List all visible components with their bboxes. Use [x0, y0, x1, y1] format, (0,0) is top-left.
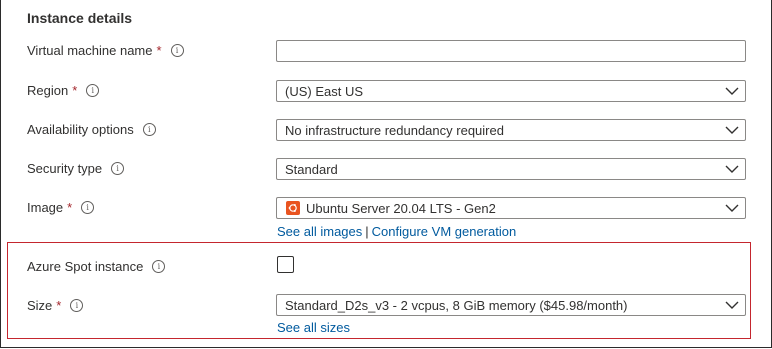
- info-icon[interactable]: i: [81, 201, 95, 214]
- size-value: Standard_D2s_v3 - 2 vcpus, 8 GiB memory …: [285, 297, 628, 313]
- spot-label-text: Azure Spot instance: [27, 259, 144, 274]
- image-label: Image * i: [27, 200, 95, 215]
- section-title: Instance details: [27, 10, 133, 26]
- info-icon[interactable]: i: [70, 299, 84, 312]
- link-separator: |: [365, 224, 369, 239]
- region-select[interactable]: (US) East US: [276, 80, 746, 102]
- security-value: Standard: [285, 161, 338, 177]
- vm-name-label: Virtual machine name * i: [27, 43, 184, 58]
- region-label: Region * i: [27, 83, 100, 98]
- spot-instance-checkbox[interactable]: [277, 256, 294, 273]
- required-mark: *: [156, 43, 162, 58]
- image-label-text: Image: [27, 200, 64, 215]
- security-label: Security type i: [27, 161, 125, 176]
- image-links: See all images | Configure VM generation: [277, 224, 516, 239]
- region-value: (US) East US: [285, 83, 364, 99]
- image-select[interactable]: Ubuntu Server 20.04 LTS - Gen2: [276, 197, 746, 219]
- size-label: Size * i: [27, 298, 84, 313]
- availability-label: Availability options i: [27, 122, 156, 137]
- image-value: Ubuntu Server 20.04 LTS - Gen2: [306, 200, 496, 216]
- size-select[interactable]: Standard_D2s_v3 - 2 vcpus, 8 GiB memory …: [276, 294, 746, 316]
- info-icon[interactable]: i: [152, 260, 166, 273]
- availability-select[interactable]: No infrastructure redundancy required: [276, 119, 746, 141]
- chevron-down-icon: [719, 120, 745, 140]
- size-links: See all sizes: [277, 320, 350, 335]
- size-label-text: Size: [27, 298, 53, 313]
- ubuntu-logo-icon: [286, 201, 300, 215]
- security-select[interactable]: Standard: [276, 158, 746, 180]
- chevron-down-icon: [719, 81, 745, 101]
- vm-name-input[interactable]: [276, 40, 746, 62]
- required-mark: *: [56, 298, 62, 313]
- availability-value: No infrastructure redundancy required: [285, 122, 504, 138]
- info-icon[interactable]: i: [111, 162, 125, 175]
- configure-vm-generation-link[interactable]: Configure VM generation: [372, 224, 517, 239]
- availability-label-text: Availability options: [27, 122, 134, 137]
- required-mark: *: [72, 83, 78, 98]
- see-all-sizes-link[interactable]: See all sizes: [277, 320, 350, 335]
- info-icon[interactable]: i: [170, 44, 184, 57]
- chevron-down-icon: [719, 159, 745, 179]
- info-icon[interactable]: i: [86, 84, 100, 97]
- highlight-box: [7, 242, 751, 339]
- see-all-images-link[interactable]: See all images: [277, 224, 362, 239]
- chevron-down-icon: [719, 295, 745, 315]
- info-icon[interactable]: i: [142, 123, 156, 136]
- spot-label: Azure Spot instance i: [27, 259, 166, 274]
- vm-name-label-text: Virtual machine name: [27, 43, 153, 58]
- chevron-down-icon: [719, 198, 745, 218]
- security-label-text: Security type: [27, 161, 103, 176]
- region-label-text: Region: [27, 83, 69, 98]
- required-mark: *: [67, 200, 73, 215]
